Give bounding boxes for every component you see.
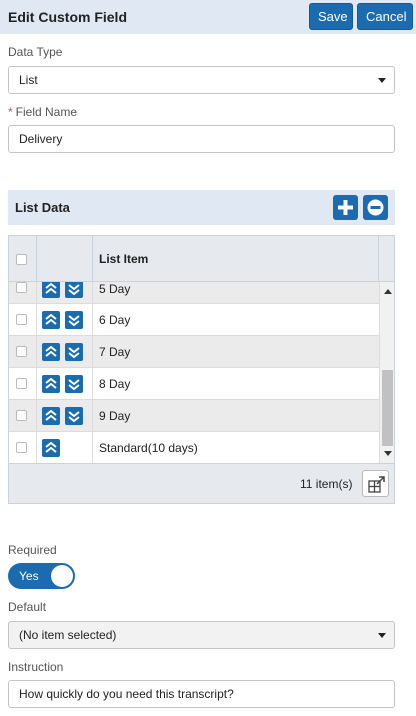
table-row[interactable]: 7 Day: [9, 336, 379, 368]
list-item-label: 6 Day: [99, 313, 131, 327]
row-checkbox[interactable]: [16, 442, 27, 453]
chevron-double-down-icon: [68, 284, 80, 296]
save-button[interactable]: Save: [309, 3, 353, 30]
data-type-select[interactable]: List: [8, 66, 395, 94]
move-up-button[interactable]: [42, 375, 60, 393]
item-count: 11 item(s): [300, 477, 353, 491]
default-select[interactable]: (No item selected): [8, 621, 395, 649]
row-checkbox[interactable]: [16, 378, 27, 389]
field-name-label: * Field Name: [8, 105, 77, 119]
minus-icon: [367, 199, 384, 216]
table-row[interactable]: 9 Day: [9, 400, 379, 432]
chevron-double-up-icon: [45, 345, 57, 357]
grid-rows: 5 Day 6 Day 7 Day 8 Day 9 Day Standard(1…: [9, 282, 379, 463]
list-items-grid: List Item 5 Day 6 Day 7 Day 8 Day 9 Day …: [8, 235, 395, 504]
instruction-input[interactable]: How quickly do you need this transcript?: [8, 680, 395, 708]
toggle-knob: [51, 565, 73, 587]
column-header-list-item: List Item: [99, 252, 149, 266]
move-down-button[interactable]: [65, 407, 83, 425]
chevron-double-up-icon: [45, 282, 57, 294]
move-down-button[interactable]: [65, 311, 83, 329]
list-item-label: 8 Day: [99, 377, 131, 391]
required-label: Required: [8, 543, 57, 557]
instruction-label: Instruction: [8, 660, 64, 674]
list-data-header: List Data: [8, 190, 395, 225]
default-value: (No item selected): [19, 628, 117, 642]
default-label: Default: [8, 600, 47, 614]
table-row[interactable]: Standard(10 days): [9, 432, 379, 463]
chevron-double-up-icon: [45, 313, 57, 325]
field-name-input[interactable]: Delivery: [8, 125, 395, 153]
scroll-down-icon[interactable]: [384, 451, 392, 456]
list-item-label: 9 Day: [99, 409, 131, 423]
select-all-checkbox[interactable]: [16, 254, 27, 265]
chevron-double-down-icon: [68, 379, 80, 391]
chevron-double-up-icon: [45, 441, 57, 453]
caret-down-icon: [378, 633, 386, 638]
table-row[interactable]: 6 Day: [9, 304, 379, 336]
plus-icon: [338, 200, 353, 215]
cancel-button[interactable]: Cancel: [357, 3, 413, 30]
chevron-double-up-icon: [45, 377, 57, 389]
move-down-button[interactable]: [65, 343, 83, 361]
data-type-value: List: [19, 73, 38, 87]
chevron-double-down-icon: [68, 411, 80, 423]
list-item-label: 5 Day: [99, 282, 131, 296]
move-up-button[interactable]: [42, 439, 60, 457]
scroll-thumb[interactable]: [382, 370, 393, 446]
grid-footer: 11 item(s): [9, 463, 394, 503]
data-type-label: Data Type: [8, 45, 63, 59]
required-toggle[interactable]: Yes: [8, 563, 75, 589]
caret-down-icon: [378, 78, 386, 83]
chevron-double-down-icon: [68, 315, 80, 327]
row-checkbox[interactable]: [16, 410, 27, 421]
list-item-label: 7 Day: [99, 345, 131, 359]
move-up-button[interactable]: [42, 282, 60, 298]
list-data-title: List Data: [15, 200, 70, 215]
table-row[interactable]: 8 Day: [9, 368, 379, 400]
required-toggle-label: Yes: [19, 569, 39, 583]
expand-popout-icon: [368, 476, 385, 493]
chevron-double-down-icon: [68, 347, 80, 359]
move-down-button[interactable]: [65, 375, 83, 393]
grid-scrollbar[interactable]: [379, 282, 394, 463]
dialog-header: Edit Custom Field Save Cancel: [0, 0, 416, 34]
remove-item-button[interactable]: [363, 195, 388, 220]
grid-header: List Item: [9, 236, 394, 282]
move-down-button[interactable]: [65, 282, 83, 298]
required-marker: *: [8, 105, 13, 119]
dialog-title: Edit Custom Field: [8, 9, 127, 25]
row-checkbox[interactable]: [16, 314, 27, 325]
move-up-button[interactable]: [42, 343, 60, 361]
row-checkbox[interactable]: [16, 282, 27, 293]
add-item-button[interactable]: [333, 195, 358, 220]
table-row[interactable]: 5 Day: [9, 282, 379, 304]
expand-grid-button[interactable]: [362, 470, 389, 497]
chevron-double-up-icon: [45, 409, 57, 421]
scroll-up-icon[interactable]: [384, 289, 392, 294]
move-up-button[interactable]: [42, 407, 60, 425]
field-name-label-text: Field Name: [15, 105, 78, 119]
list-item-label: Standard(10 days): [99, 441, 198, 455]
row-checkbox[interactable]: [16, 346, 27, 357]
move-up-button[interactable]: [42, 311, 60, 329]
